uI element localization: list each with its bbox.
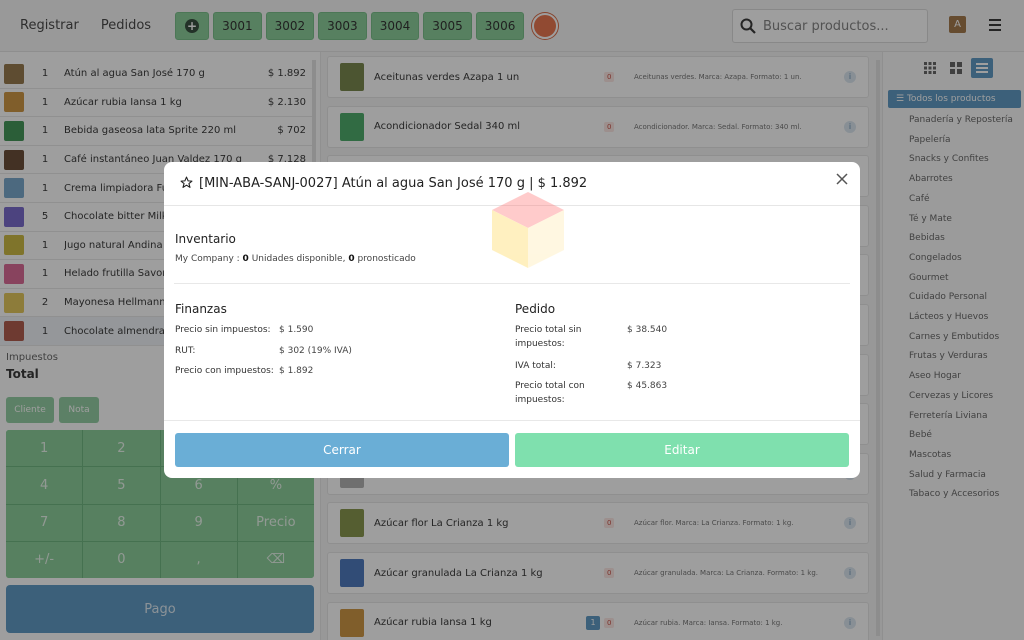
pedido-value: $ 45.863 [627, 381, 668, 391]
cerrar-button[interactable]: Cerrar [175, 433, 509, 467]
fin-label: Precio con impuestos: [175, 366, 274, 376]
product-info-modal: [MIN-ABA-SANJ-0027] Atún al agua San Jos… [164, 162, 860, 478]
pedido-label: IVA total: [515, 361, 556, 371]
pedido-value: $ 38.540 [627, 325, 668, 335]
pedido-heading: Pedido [515, 302, 556, 316]
editar-button[interactable]: Editar [515, 433, 849, 467]
units-value: 0 [242, 254, 249, 264]
units-text: Unidades disponible, [251, 254, 346, 264]
forecast-text: pronosticado [357, 254, 416, 264]
divider [174, 283, 850, 284]
fin-label: Precio sin impuestos: [175, 325, 271, 335]
modal-footer: Cerrar Editar [164, 420, 860, 478]
inventario-line: My Company : 0 Unidades disponible, 0 pr… [175, 254, 416, 264]
fin-value: $ 1.892 [279, 366, 314, 376]
inventario-heading: Inventario [175, 232, 236, 246]
forecast-value: 0 [348, 254, 355, 264]
company-label: My Company : [175, 254, 240, 264]
star-icon[interactable] [180, 176, 193, 192]
pedido-label: Precio total con impuestos: [515, 381, 585, 405]
finanzas-heading: Finanzas [175, 302, 227, 316]
fin-label: RUT: [175, 346, 196, 356]
cube-logo-icon [486, 184, 570, 268]
fin-value: $ 1.590 [279, 325, 314, 335]
fin-value: $ 302 (19% IVA) [279, 346, 352, 356]
pedido-value: $ 7.323 [627, 361, 662, 371]
close-icon[interactable] [834, 171, 850, 187]
pedido-label: Precio total sin impuestos: [515, 325, 582, 349]
